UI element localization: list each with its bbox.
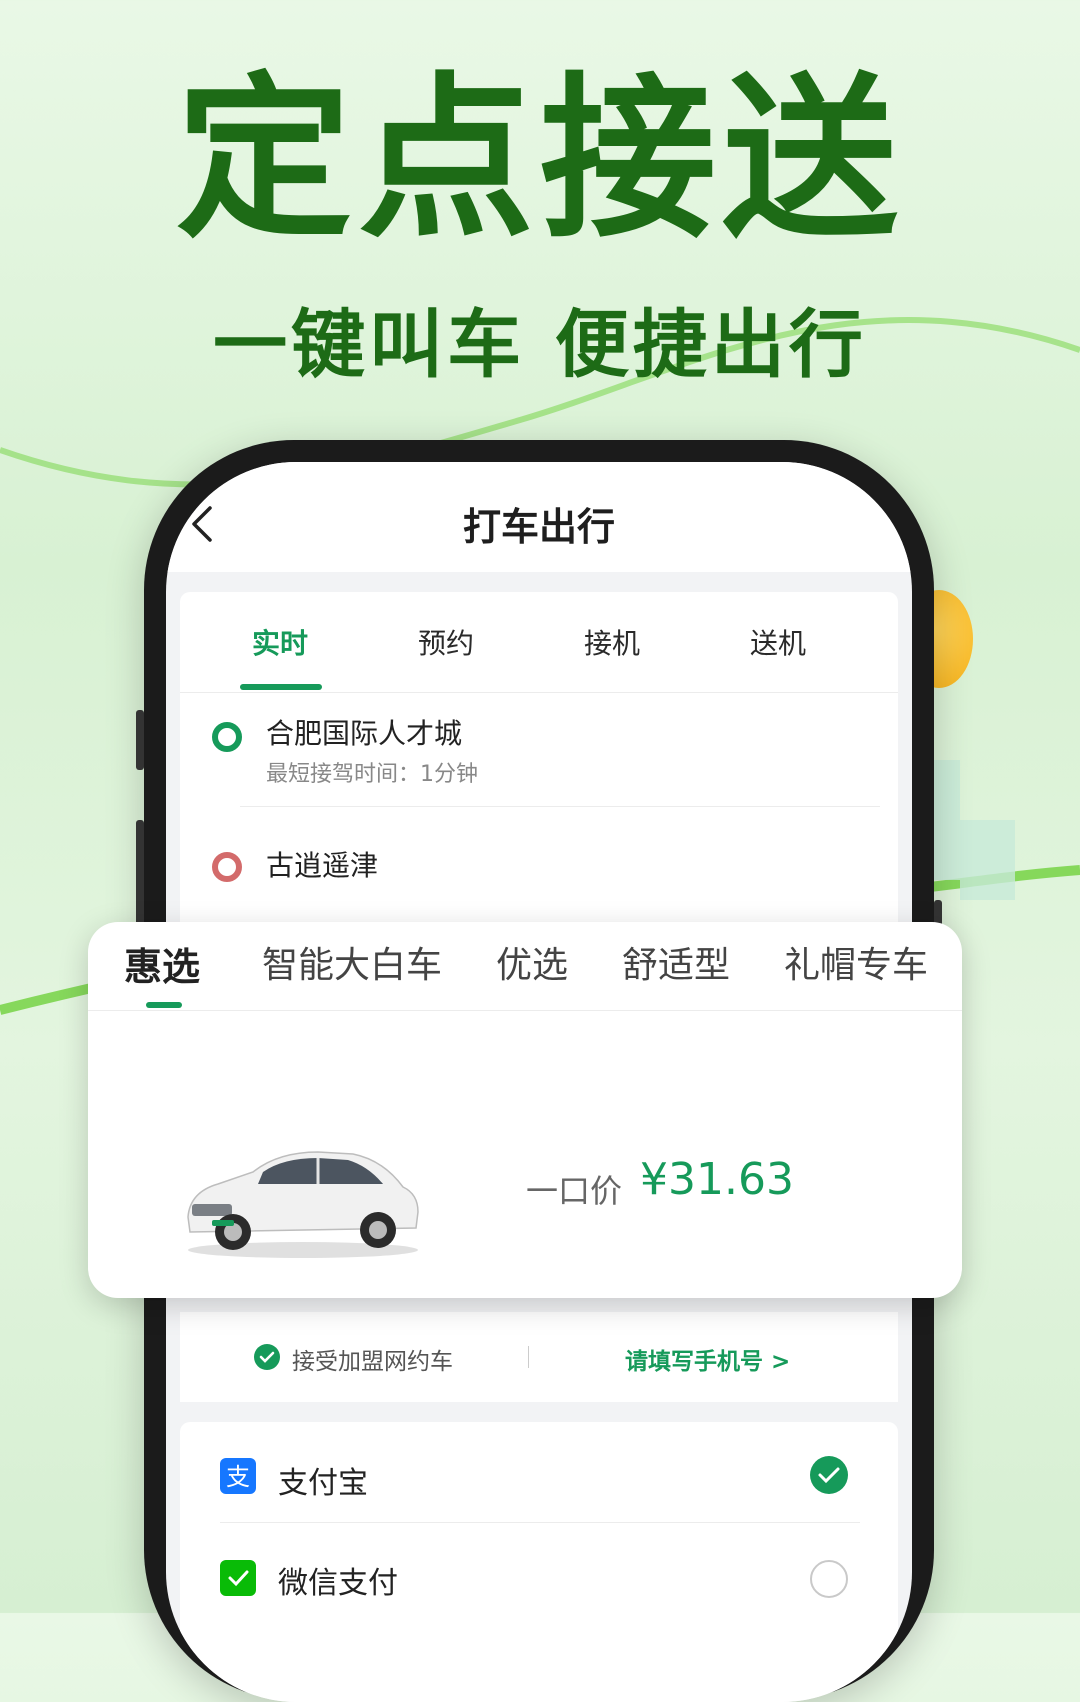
alipay-icon: 支 (220, 1458, 256, 1494)
wechat-pay-icon (220, 1560, 256, 1596)
origin-dot-icon (212, 722, 242, 752)
tab-reserve[interactable]: 预约 (366, 622, 526, 662)
radio-unchecked-icon[interactable] (810, 1560, 848, 1598)
car-type-card: 惠选 智能大白车 优选 舒适型 礼帽专车 一口价 ¥31.63 (88, 922, 962, 1298)
phone-side-button (136, 710, 144, 770)
destination-dot-icon (212, 852, 242, 882)
check-circle-icon[interactable] (254, 1344, 280, 1370)
car-type-tabs: 惠选 智能大白车 优选 舒适型 礼帽专车 (88, 922, 962, 1011)
payment-option-wechat[interactable]: 微信支付 (278, 1558, 398, 1602)
promo-headline: 定点接送 (175, 57, 904, 262)
pickup-time-hint: 最短接驾时间：1分钟 (266, 762, 478, 787)
promo-subline: 一键叫车 便捷出行 (213, 302, 867, 388)
fill-phone-link[interactable]: 请填写手机号 > (625, 1342, 790, 1376)
divider (220, 1522, 860, 1523)
payment-card: 支 支付宝 微信支付 (180, 1422, 898, 1702)
building-decoration (960, 820, 1015, 900)
tab-pickup-airport[interactable]: 接机 (532, 622, 692, 662)
car-type-tab[interactable]: 舒适型 (622, 936, 730, 988)
car-type-tab[interactable]: 惠选 (124, 936, 200, 991)
origin-field[interactable]: 合肥国际人才城 (266, 712, 462, 752)
phone-side-button (136, 820, 144, 930)
nav-bar: 打车出行 (166, 462, 912, 572)
payment-option-alipay[interactable]: 支付宝 (278, 1458, 368, 1502)
car-type-tab[interactable]: 优选 (496, 936, 568, 988)
price-value: ¥31.63 (640, 1154, 794, 1205)
car-type-tab[interactable]: 礼帽专车 (784, 936, 928, 988)
accept-franchise-label: 接受加盟网约车 (292, 1349, 453, 1375)
page-title: 打车出行 (462, 505, 615, 549)
tab-indicator (146, 1002, 182, 1008)
car-image (187, 1151, 419, 1258)
trip-tabs: 实时 预约 接机 送机 (180, 592, 898, 693)
divider (240, 806, 880, 807)
radio-checked-icon[interactable] (810, 1456, 848, 1494)
tab-realtime[interactable]: 实时 (200, 622, 360, 662)
tab-indicator (240, 684, 322, 690)
svg-text:支: 支 (226, 1463, 250, 1491)
price-label: 一口价 (526, 1172, 623, 1210)
tab-dropoff-airport[interactable]: 送机 (698, 622, 858, 662)
divider (528, 1346, 529, 1368)
car-type-tab[interactable]: 智能大白车 (262, 936, 442, 988)
destination-field[interactable]: 古逍遥津 (266, 844, 378, 884)
options-row: 接受加盟网约车 请填写手机号 > (180, 1312, 898, 1402)
